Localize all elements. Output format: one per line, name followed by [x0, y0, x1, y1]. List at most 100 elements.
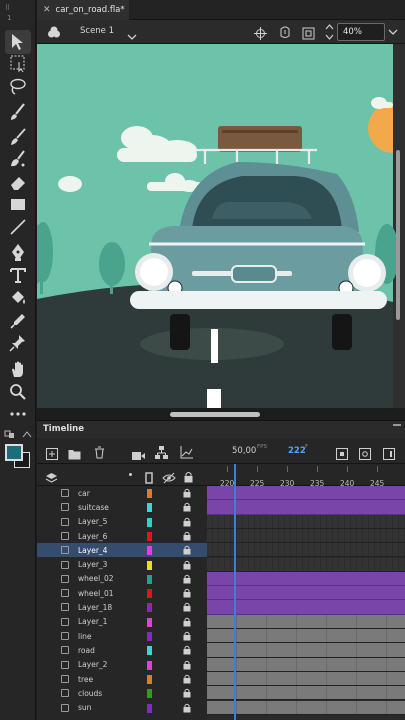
layer-row[interactable]: road: [37, 643, 207, 657]
more-tools-button[interactable]: [8, 404, 28, 424]
layer-row[interactable]: wheel_01: [37, 586, 207, 600]
fluid-brush-tool-button[interactable]: [8, 149, 28, 169]
hand-tool-button[interactable]: [8, 359, 28, 379]
scene-name[interactable]: Scene 1: [80, 26, 114, 36]
brush-tool-button[interactable]: [8, 127, 28, 147]
layer-lock-icon[interactable]: [183, 545, 191, 557]
frame-track[interactable]: [207, 686, 405, 701]
frame-track[interactable]: [207, 486, 405, 501]
center-stage-icon[interactable]: [254, 25, 267, 44]
frame-track[interactable]: [207, 657, 405, 672]
layer-color-swatch[interactable]: [147, 632, 152, 641]
layer-row[interactable]: line: [37, 629, 207, 643]
graph-editor-icon[interactable]: [180, 444, 193, 463]
layer-lock-icon[interactable]: [183, 574, 191, 586]
layer-lock-icon[interactable]: [183, 617, 191, 629]
insert-frame-icon[interactable]: [383, 445, 395, 464]
layer-color-swatch[interactable]: [147, 646, 152, 656]
current-frame-value[interactable]: 222: [288, 446, 306, 456]
layer-row[interactable]: Layer_4: [37, 543, 207, 558]
layer-lock-icon[interactable]: [183, 517, 191, 529]
pin-tool-button[interactable]: [8, 333, 28, 353]
layer-row[interactable]: wheel_02: [37, 572, 207, 586]
frame-track[interactable]: [207, 528, 405, 544]
layer-row[interactable]: Layer_5: [37, 515, 207, 529]
layer-color-swatch[interactable]: [147, 603, 152, 613]
stroke-color-swatch[interactable]: [5, 444, 23, 461]
lock-all-icon[interactable]: [184, 468, 193, 487]
delete-layer-icon[interactable]: [94, 444, 105, 463]
zoom-input[interactable]: 40%: [337, 23, 385, 41]
layer-row[interactable]: Layer_6: [37, 529, 207, 543]
insert-blank-keyframe-icon[interactable]: [359, 445, 371, 464]
pen-tool-button[interactable]: [8, 242, 28, 262]
frames-panel[interactable]: 220 225 230 235 240 245: [207, 464, 405, 720]
zoom-stepper-icon[interactable]: [325, 23, 334, 45]
layer-row[interactable]: Layer_2: [37, 658, 207, 672]
layer-row[interactable]: suitcase: [37, 500, 207, 514]
camera-icon[interactable]: [132, 446, 145, 465]
clip-content-icon[interactable]: [302, 25, 315, 44]
zoom-tool-button[interactable]: [8, 382, 28, 402]
playhead[interactable]: [234, 464, 236, 720]
text-tool-button[interactable]: [8, 265, 28, 285]
layer-lock-icon[interactable]: [183, 660, 191, 672]
frame-track[interactable]: [207, 614, 405, 629]
layer-color-swatch[interactable]: [147, 689, 152, 699]
layer-row[interactable]: Layer_1: [37, 615, 207, 629]
insert-keyframe-icon[interactable]: [336, 445, 348, 464]
layer-lock-icon[interactable]: [183, 602, 191, 614]
layer-row[interactable]: tree: [37, 672, 207, 686]
layer-row[interactable]: sun: [37, 701, 207, 715]
timeline-menu-icon[interactable]: [393, 424, 401, 426]
layer-color-swatch[interactable]: [147, 489, 152, 498]
zoom-dropdown-chevron-icon[interactable]: [387, 23, 399, 41]
frame-track[interactable]: [207, 643, 405, 658]
rectangle-tool-button[interactable]: [8, 194, 28, 214]
layer-color-swatch[interactable]: [147, 674, 152, 684]
selection-tool-button[interactable]: [5, 30, 31, 54]
free-transform-tool-button[interactable]: [8, 53, 28, 73]
timeline-panel-title[interactable]: Timeline: [37, 420, 405, 438]
frame-track[interactable]: [207, 671, 405, 687]
lasso-tool-button[interactable]: [8, 77, 28, 97]
layer-color-swatch[interactable]: [147, 589, 152, 599]
layer-color-swatch[interactable]: [147, 703, 152, 713]
layer-color-swatch[interactable]: [147, 617, 152, 627]
scene-icon[interactable]: [47, 25, 61, 44]
layer-row[interactable]: clouds: [37, 686, 207, 700]
eyedropper-tool-button[interactable]: [8, 311, 28, 331]
layer-lock-icon[interactable]: [183, 588, 191, 600]
paint-brush-tool-button[interactable]: [8, 102, 28, 122]
layer-row[interactable]: car: [37, 486, 207, 500]
panel-gripper-icon[interactable]: ⠿: [5, 4, 10, 12]
layer-color-swatch[interactable]: [147, 546, 152, 556]
fps-value[interactable]: 50,00: [232, 446, 256, 456]
layer-lock-icon[interactable]: [183, 560, 191, 572]
layer-lock-icon[interactable]: [183, 688, 191, 700]
layer-lock-icon[interactable]: [183, 488, 191, 500]
frame-track[interactable]: [207, 700, 405, 715]
frame-track[interactable]: [207, 543, 405, 558]
layer-lock-icon[interactable]: [183, 531, 191, 543]
rotate-stage-icon[interactable]: [278, 24, 292, 43]
paint-bucket-tool-button[interactable]: [8, 288, 28, 308]
layer-color-swatch[interactable]: [147, 660, 152, 670]
line-tool-button[interactable]: [8, 217, 28, 237]
document-tab[interactable]: ✕ car_on_road.fla*: [37, 0, 129, 20]
layer-lock-icon[interactable]: [183, 674, 191, 686]
frame-track[interactable]: [207, 571, 405, 587]
frame-track[interactable]: [207, 586, 405, 601]
frame-track[interactable]: [207, 629, 405, 644]
layer-color-swatch[interactable]: [147, 574, 152, 584]
swap-colors-icon[interactable]: [4, 430, 16, 439]
default-colors-icon[interactable]: [21, 430, 33, 439]
frame-track[interactable]: [207, 500, 405, 515]
frame-track[interactable]: [207, 557, 405, 572]
close-tab-icon[interactable]: ✕: [43, 5, 51, 15]
scene-dropdown-chevron-icon[interactable]: [127, 26, 137, 45]
layer-color-swatch[interactable]: [147, 503, 152, 513]
new-folder-icon[interactable]: [68, 445, 81, 464]
eraser-tool-button[interactable]: [8, 172, 28, 192]
layer-lock-icon[interactable]: [183, 703, 191, 715]
